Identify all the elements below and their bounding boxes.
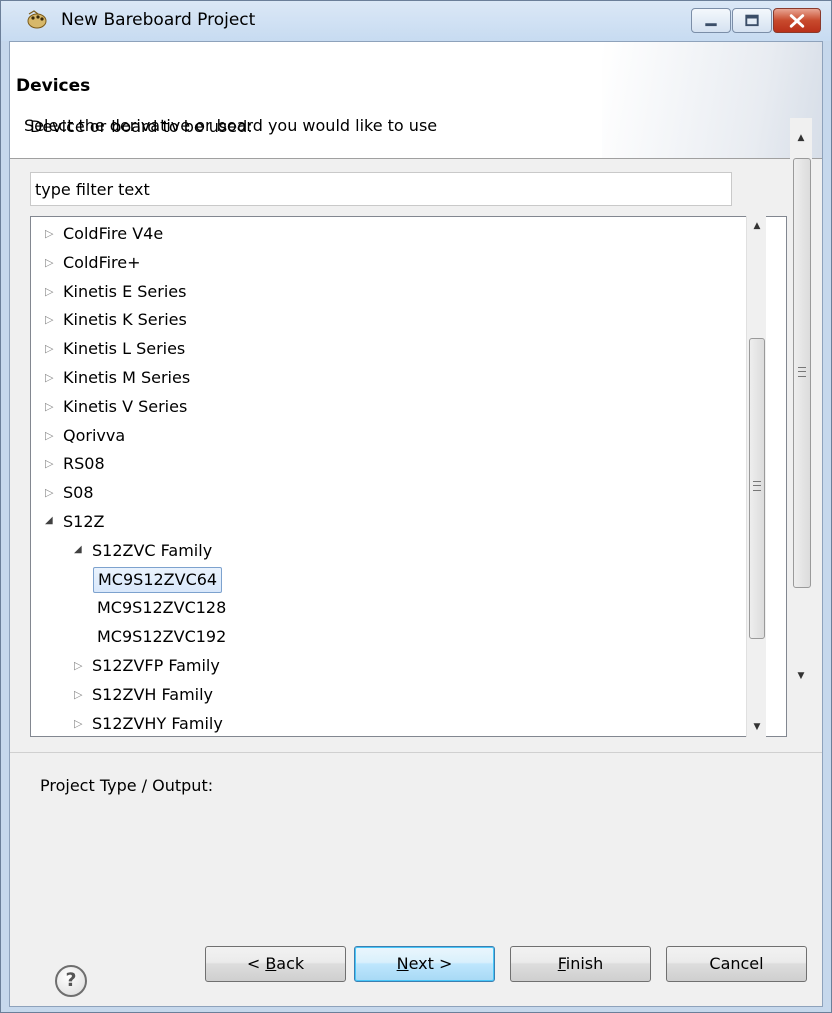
- tree-item-label: S12Z: [63, 512, 105, 531]
- collapsed-arrow-icon[interactable]: ▷: [45, 400, 55, 413]
- page-scroll-down-arrow-icon[interactable]: ▼: [790, 666, 812, 686]
- app-icon: [27, 10, 47, 29]
- tree-item-label: ColdFire V4e: [63, 224, 164, 243]
- tree-item-label: S12ZVFP Family: [92, 656, 220, 675]
- collapsed-arrow-icon[interactable]: ▷: [45, 285, 55, 298]
- tree-item-label: S12ZVHY Family: [92, 713, 223, 733]
- close-icon: [789, 14, 805, 28]
- tree-item-label: S12ZVC Family: [92, 540, 213, 560]
- tree-scroll-thumb[interactable]: [749, 338, 765, 639]
- collapsed-arrow-icon[interactable]: ▷: [45, 371, 55, 384]
- collapsed-arrow-icon[interactable]: ▷: [45, 256, 55, 269]
- collapsed-arrow-icon[interactable]: ▷: [45, 457, 55, 470]
- tree-item-label: MC9S12ZVC64: [93, 566, 223, 593]
- page-title: Devices: [16, 76, 91, 96]
- tree-item-label: MC9S12ZVC128: [97, 598, 227, 618]
- tree-item-label: Kinetis V Series: [63, 396, 188, 416]
- tree-item-label: RS08: [63, 454, 105, 474]
- tree-item-label: Kinetis L Series: [63, 339, 186, 359]
- close-button[interactable]: [773, 8, 821, 33]
- filter-input[interactable]: [30, 172, 732, 206]
- tree-item-label: S08: [63, 483, 94, 503]
- collapsed-arrow-icon[interactable]: ▷: [45, 486, 55, 499]
- scroll-up-arrow-icon[interactable]: ▲: [747, 216, 767, 236]
- grip-icon: [798, 367, 806, 377]
- help-icon: ?: [65, 969, 77, 991]
- device-label: Device or board to be used:: [30, 117, 253, 136]
- collapsed-arrow-icon[interactable]: ▷: [45, 342, 55, 355]
- tree-item-label: ColdFire+: [63, 252, 141, 272]
- finish-label-post: inish: [565, 954, 604, 973]
- collapsed-arrow-icon[interactable]: ▷: [45, 429, 55, 442]
- finish-label-mnemonic: F: [557, 954, 566, 973]
- tree-item-label: Kinetis E Series: [63, 281, 187, 301]
- page-scroll-up-arrow-icon[interactable]: ▲: [790, 128, 812, 148]
- back-label-mnemonic: B: [265, 954, 277, 973]
- collapsed-arrow-icon[interactable]: ▷: [45, 227, 55, 240]
- page-scrollbar[interactable]: ▲ ▼: [790, 118, 812, 710]
- expanded-arrow-icon[interactable]: ◢: [74, 544, 84, 556]
- tree-item-label: Qorivva: [63, 425, 126, 445]
- device-tree[interactable]: ▷ ColdFire V4e ▷ ColdFire+ ▷ Kinetis E Series…: [30, 216, 787, 737]
- cancel-button[interactable]: Cancel: [666, 946, 807, 982]
- help-button[interactable]: ?: [55, 965, 87, 997]
- next-label-post: ext >: [408, 954, 453, 973]
- scroll-down-arrow-icon[interactable]: ▼: [747, 717, 767, 737]
- back-label-post: ack: [276, 954, 305, 973]
- tree-item-label: MC9S12ZVC192: [97, 627, 227, 647]
- window-title: New Bareboard Project: [61, 10, 256, 30]
- grip-icon: [753, 481, 761, 491]
- back-label-pre: <: [246, 954, 266, 973]
- page-scroll-thumb[interactable]: [793, 158, 811, 588]
- collapsed-arrow-icon[interactable]: ▷: [74, 688, 84, 701]
- project-type-label: Project Type / Output:: [40, 776, 214, 795]
- tree-item-label: Kinetis K Series: [63, 310, 187, 330]
- minimize-button[interactable]: [691, 8, 731, 33]
- collapsed-arrow-icon[interactable]: ▷: [74, 717, 84, 730]
- maximize-button[interactable]: [732, 8, 772, 33]
- tree-item-label: S12ZVH Family: [92, 684, 214, 704]
- back-button[interactable]: < Back: [205, 946, 346, 982]
- next-button[interactable]: Next >: [354, 946, 495, 982]
- finish-button[interactable]: Finish: [510, 946, 651, 982]
- wizard-header: Devices Select the derivative or board y…: [10, 42, 822, 159]
- expanded-arrow-icon[interactable]: ◢: [45, 515, 55, 527]
- collapsed-arrow-icon[interactable]: ▷: [45, 313, 55, 326]
- collapsed-arrow-icon[interactable]: ▷: [74, 659, 84, 672]
- title-bar[interactable]: New Bareboard Project: [1, 1, 831, 41]
- tree-scrollbar[interactable]: ▲ ▼: [746, 216, 766, 737]
- tree-item-label: Kinetis M Series: [63, 368, 191, 387]
- next-label-mnemonic: N: [396, 954, 409, 973]
- minimize-icon: [705, 23, 717, 27]
- maximize-icon: [745, 14, 759, 27]
